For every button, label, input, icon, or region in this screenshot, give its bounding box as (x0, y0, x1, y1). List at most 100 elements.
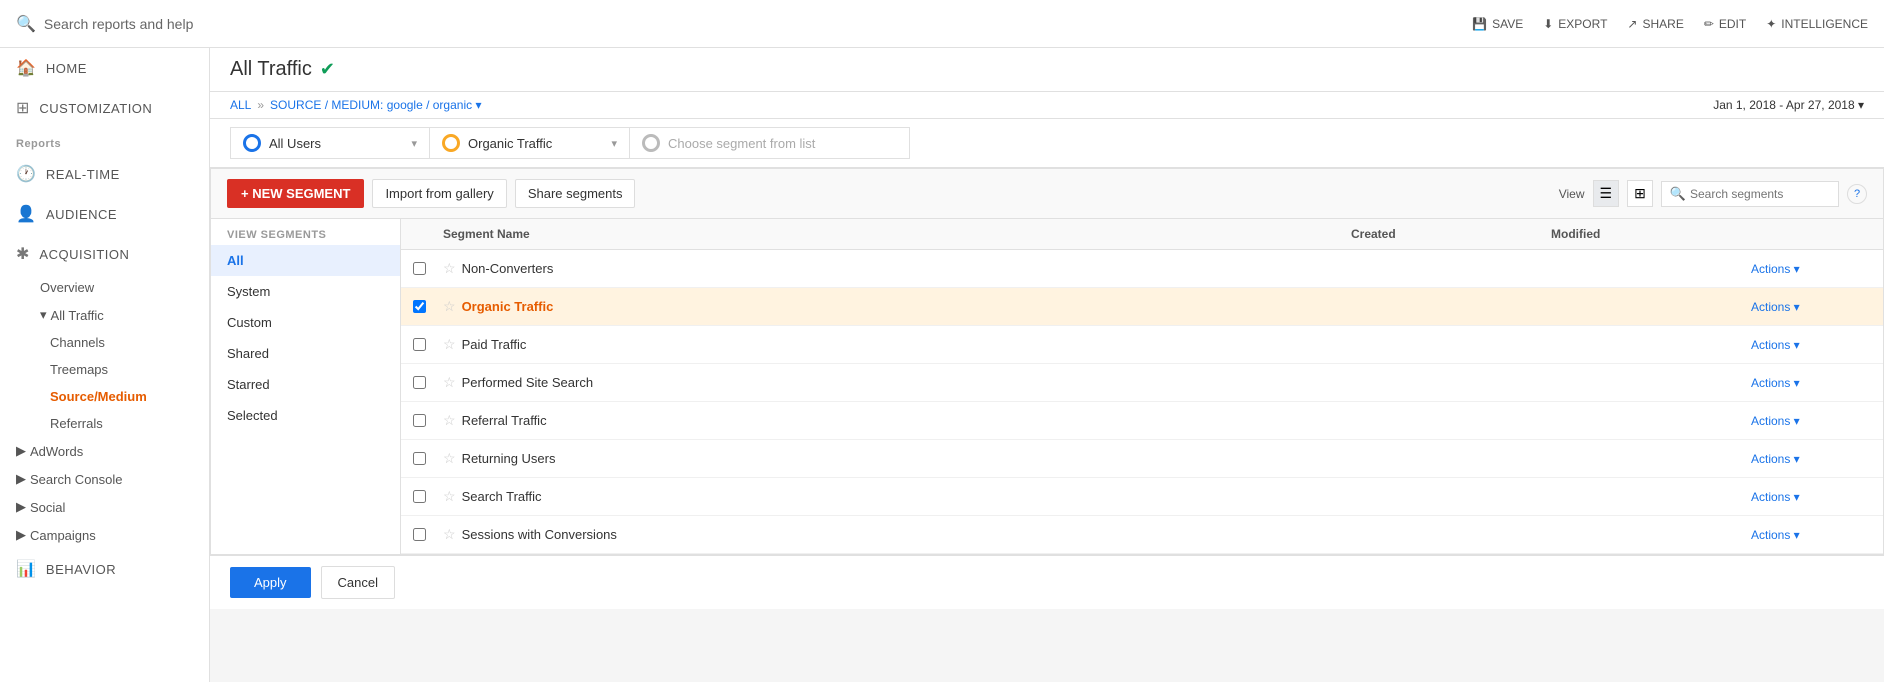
segment-name-row-6[interactable]: Returning Users (462, 451, 556, 466)
segment-name-row-3[interactable]: Paid Traffic (462, 337, 527, 352)
search-icon: 🔍 (16, 14, 36, 34)
col-created-header: Created (1351, 227, 1551, 241)
save-icon: 💾 (1472, 17, 1487, 31)
intelligence-button[interactable]: ✦ INTELLIGENCE (1766, 17, 1868, 31)
star-icon-3[interactable]: ☆ (443, 336, 456, 353)
row-name-4: ☆ Performed Site Search (443, 374, 1351, 391)
segment-name-row-7[interactable]: Search Traffic (462, 489, 542, 504)
row-actions-2[interactable]: Actions ▾ (1751, 300, 1871, 314)
table-row: ☆ Performed Site Search Actions ▾ (401, 364, 1883, 402)
sidebar-item-acquisition[interactable]: ✱ ACQUISITION (0, 234, 209, 274)
checkbox-6[interactable] (413, 452, 426, 465)
seg-side-system[interactable]: System (211, 276, 400, 307)
segment-name-row-5[interactable]: Referral Traffic (462, 413, 547, 428)
bottom-bar: Apply Cancel (210, 555, 1884, 609)
sidebar-sub-adwords[interactable]: ▶ AdWords (0, 437, 209, 465)
export-button[interactable]: ⬇ EXPORT (1543, 17, 1607, 31)
row-actions-7[interactable]: Actions ▾ (1751, 490, 1871, 504)
sc-arrow-icon: ▶ (16, 471, 26, 487)
segment-name-row-4[interactable]: Performed Site Search (462, 375, 594, 390)
sidebar-sub-channels[interactable]: Channels (0, 329, 209, 356)
segment-arrow-1: ▾ (411, 137, 417, 150)
seg-side-shared[interactable]: Shared (211, 338, 400, 369)
search-label: Search reports and help (44, 16, 193, 32)
row-actions-3[interactable]: Actions ▾ (1751, 338, 1871, 352)
row-actions-4[interactable]: Actions ▾ (1751, 376, 1871, 390)
checkbox-8[interactable] (413, 528, 426, 541)
segments-row: All Users ▾ Organic Traffic ▾ Choose seg… (210, 119, 1884, 168)
col-name-header: Segment Name (443, 227, 1351, 241)
sidebar-sub-all-traffic[interactable]: ▾ All Traffic (0, 301, 209, 329)
segment-name-row-1[interactable]: Non-Converters (462, 261, 554, 276)
social-arrow-icon: ▶ (16, 499, 26, 515)
save-button[interactable]: 💾 SAVE (1472, 17, 1523, 31)
content-header: All Traffic ✔ (210, 48, 1884, 92)
sidebar-item-behavior[interactable]: 📊 BEHAVIOR (0, 549, 209, 589)
seg-side-all[interactable]: All (211, 245, 400, 276)
sidebar-item-realtime[interactable]: 🕐 REAL-TIME (0, 154, 209, 194)
list-view-button[interactable]: ☰ (1593, 180, 1620, 207)
star-icon-4[interactable]: ☆ (443, 374, 456, 391)
page-title: All Traffic ✔ (230, 58, 335, 81)
apply-button[interactable]: Apply (230, 567, 311, 598)
help-button[interactable]: ? (1847, 184, 1867, 204)
breadcrumb-bar: ALL » SOURCE / MEDIUM: google / organic … (210, 92, 1884, 119)
adwords-arrow-icon: ▶ (16, 443, 26, 459)
segment-name-row-8[interactable]: Sessions with Conversions (462, 527, 617, 542)
share-segments-button[interactable]: Share segments (515, 179, 636, 208)
breadcrumb-all[interactable]: ALL (230, 98, 251, 112)
breadcrumb-source-medium[interactable]: SOURCE / MEDIUM: google / organic ▾ (270, 98, 481, 112)
checkbox-7[interactable] (413, 490, 426, 503)
sidebar-item-audience[interactable]: 👤 AUDIENCE (0, 194, 209, 234)
row-actions-6[interactable]: Actions ▾ (1751, 452, 1871, 466)
row-actions-5[interactable]: Actions ▾ (1751, 414, 1871, 428)
new-segment-button[interactable]: + NEW SEGMENT (227, 179, 364, 208)
seg-side-starred[interactable]: Starred (211, 369, 400, 400)
checkbox-5[interactable] (413, 414, 426, 427)
sidebar-sub-campaigns[interactable]: ▶ Campaigns (0, 521, 209, 549)
checkbox-3[interactable] (413, 338, 426, 351)
sidebar-item-customization[interactable]: ⊞ CUSTOMIZATION (0, 88, 209, 128)
star-icon-1[interactable]: ☆ (443, 260, 456, 277)
segment-circle-gray (642, 134, 660, 152)
seg-side-selected[interactable]: Selected (211, 400, 400, 431)
star-icon-6[interactable]: ☆ (443, 450, 456, 467)
segment-name-organic: Organic Traffic (468, 136, 552, 151)
table-row: ☆ Paid Traffic Actions ▾ (401, 326, 1883, 364)
sidebar-sub-search-console[interactable]: ▶ Search Console (0, 465, 209, 493)
row-actions-8[interactable]: Actions ▾ (1751, 528, 1871, 542)
seg-side-custom[interactable]: Custom (211, 307, 400, 338)
star-icon-5[interactable]: ☆ (443, 412, 456, 429)
sidebar-sub-treemaps[interactable]: Treemaps (0, 356, 209, 383)
segment-pill-organic[interactable]: Organic Traffic ▾ (430, 127, 630, 159)
segment-pill-all-users[interactable]: All Users ▾ (230, 127, 430, 159)
row-check-8 (413, 528, 443, 541)
edit-button[interactable]: ✏ EDIT (1704, 17, 1746, 31)
segment-pill-choose[interactable]: Choose segment from list (630, 127, 910, 159)
grid-view-button[interactable]: ⊞ (1627, 180, 1653, 207)
star-icon-2[interactable]: ☆ (443, 298, 456, 315)
home-icon: 🏠 (16, 58, 36, 78)
sidebar-sub-social[interactable]: ▶ Social (0, 493, 209, 521)
star-icon-8[interactable]: ☆ (443, 526, 456, 543)
checkbox-1[interactable] (413, 262, 426, 275)
import-gallery-button[interactable]: Import from gallery (372, 179, 506, 208)
reports-section-label: Reports (0, 128, 209, 154)
row-actions-1[interactable]: Actions ▾ (1751, 262, 1871, 276)
checkbox-4[interactable] (413, 376, 426, 389)
segment-circle-blue (243, 134, 261, 152)
sidebar-sub-source-medium[interactable]: Source/Medium (0, 383, 209, 410)
sidebar-sub-referrals[interactable]: Referrals (0, 410, 209, 437)
search-area[interactable]: 🔍 Search reports and help (16, 14, 193, 34)
sidebar-item-home[interactable]: 🏠 HOME (0, 48, 209, 88)
segment-name-row-2[interactable]: Organic Traffic (462, 299, 554, 314)
checkbox-2[interactable] (413, 300, 426, 313)
share-button[interactable]: ↗ SHARE (1627, 17, 1683, 31)
star-icon-7[interactable]: ☆ (443, 488, 456, 505)
acquisition-icon: ✱ (16, 244, 29, 264)
search-segments-input[interactable] (1690, 187, 1830, 201)
breadcrumb-sep1: » (257, 98, 264, 112)
cancel-button[interactable]: Cancel (321, 566, 395, 599)
date-range[interactable]: Jan 1, 2018 - Apr 27, 2018 ▾ (1713, 98, 1864, 112)
sidebar-sub-overview[interactable]: Overview (0, 274, 209, 301)
